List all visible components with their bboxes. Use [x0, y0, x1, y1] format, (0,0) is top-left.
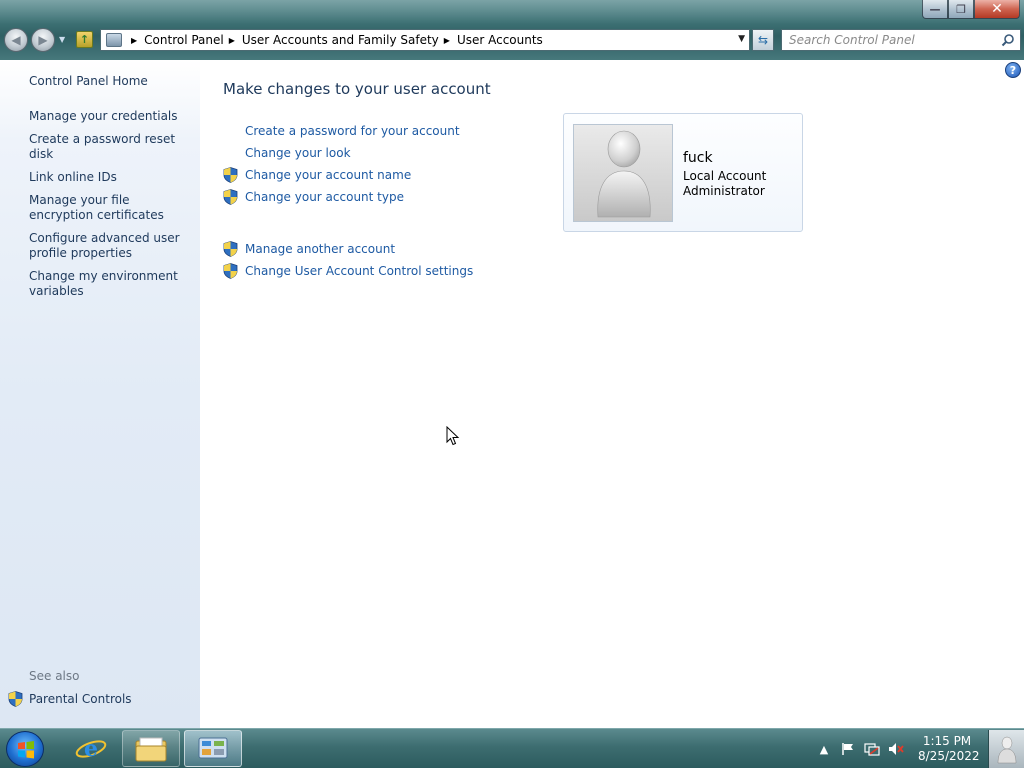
- maximize-button[interactable]: ❐: [948, 0, 974, 19]
- manage-another-account-link[interactable]: Manage another account: [245, 242, 395, 256]
- create-password-link[interactable]: Create a password for your account: [245, 124, 460, 138]
- volume-muted-icon[interactable]: [888, 741, 904, 757]
- recent-pages-dropdown[interactable]: ▼: [59, 35, 65, 44]
- breadcrumb-user-accounts-family-safety[interactable]: User Accounts and Family Safety: [242, 33, 439, 47]
- control-panel-home-link[interactable]: Control Panel Home: [29, 74, 148, 89]
- parental-controls-link[interactable]: Parental Controls: [29, 692, 132, 707]
- mouse-cursor-icon: [446, 426, 460, 446]
- uac-shield-icon: [223, 263, 238, 279]
- address-bar[interactable]: ▶ Control Panel ▶ User Accounts and Fami…: [100, 29, 750, 51]
- network-icon[interactable]: [864, 741, 880, 757]
- search-icon[interactable]: [1001, 33, 1015, 47]
- uac-settings-link[interactable]: Change User Account Control settings: [245, 264, 473, 278]
- refresh-icon: ⇆: [757, 33, 769, 47]
- clock-time: 1:15 PM: [922, 734, 972, 748]
- internet-explorer-icon: e: [75, 736, 107, 762]
- start-button[interactable]: [6, 731, 44, 767]
- avatar[interactable]: [573, 124, 673, 222]
- task-change-account-name[interactable]: Change your account name: [223, 164, 473, 186]
- change-account-type-link[interactable]: Change your account type: [245, 190, 404, 204]
- account-card: fuck Local Account Administrator: [563, 113, 803, 232]
- control-panel-icon: [198, 737, 228, 758]
- svg-text:e: e: [84, 736, 98, 762]
- sidebar-task-list: Manage your credentials Create a passwor…: [29, 109, 194, 307]
- back-arrow-icon: ◀: [11, 33, 21, 47]
- account-type: Local Account: [683, 169, 767, 183]
- task-change-look[interactable]: Change your look: [223, 142, 473, 164]
- breadcrumb-control-panel[interactable]: Control Panel: [144, 33, 224, 47]
- sidebar-item-parental-controls[interactable]: Parental Controls: [8, 691, 132, 707]
- windows-logo-icon: [18, 741, 34, 759]
- taskbar-clock[interactable]: 1:15 PM 8/25/2022: [918, 734, 980, 764]
- change-look-link[interactable]: Change your look: [245, 146, 351, 160]
- navigation-pane: Control Panel Home Manage your credentia…: [0, 60, 200, 728]
- caption-buttons: — ❐ ✕: [922, 0, 1020, 20]
- minimize-button[interactable]: —: [922, 0, 948, 19]
- notification-area: ▲ 1:15 PM 8/25/2022: [812, 729, 1024, 768]
- up-folder-icon[interactable]: ↑: [76, 31, 93, 48]
- uac-shield-icon: [223, 241, 238, 257]
- taskbar: e ▲ 1:15 PM 8/25/2022: [0, 728, 1024, 768]
- address-history-dropdown-icon[interactable]: ▼: [738, 34, 745, 44]
- sidebar-item-link-online-ids[interactable]: Link online IDs: [29, 170, 194, 185]
- sidebar-item-file-encryption-certificates[interactable]: Manage your file encryption certificates: [29, 193, 194, 223]
- breadcrumb-separator-icon[interactable]: ▶: [444, 36, 450, 45]
- task-change-account-type[interactable]: Change your account type: [223, 186, 473, 208]
- sidebar-item-manage-credentials[interactable]: Manage your credentials: [29, 109, 194, 124]
- breadcrumb-separator-icon[interactable]: ▶: [229, 36, 235, 45]
- folder-icon: [135, 737, 167, 761]
- task-uac-settings[interactable]: Change User Account Control settings: [223, 260, 473, 282]
- user-silhouette-icon: [597, 130, 651, 218]
- see-also-heading: See also: [29, 669, 80, 683]
- uac-shield-icon: [8, 691, 23, 707]
- sidebar-item-password-reset-disk[interactable]: Create a password reset disk: [29, 132, 194, 162]
- show-desktop-button[interactable]: [988, 730, 1024, 768]
- task-create-password[interactable]: Create a password for your account: [223, 120, 473, 142]
- action-center-flag-icon[interactable]: [840, 741, 856, 757]
- refresh-button[interactable]: ⇆: [752, 29, 774, 51]
- uac-shield-icon: [223, 189, 238, 205]
- control-panel-icon: [106, 33, 122, 47]
- show-hidden-icons-icon[interactable]: ▲: [816, 741, 832, 757]
- close-button[interactable]: ✕: [974, 0, 1020, 19]
- taskbar-internet-explorer[interactable]: e: [62, 730, 120, 767]
- taskbar-control-panel[interactable]: [184, 730, 242, 767]
- taskbar-windows-explorer[interactable]: [122, 730, 180, 767]
- breadcrumb-user-accounts[interactable]: User Accounts: [457, 33, 543, 47]
- help-icon[interactable]: ?: [1005, 62, 1021, 78]
- uac-shield-icon: [223, 167, 238, 183]
- user-avatar-icon: [997, 736, 1016, 764]
- main-content: ? Make changes to your user account Crea…: [200, 60, 1024, 728]
- page-title: Make changes to your user account: [223, 80, 491, 98]
- back-button[interactable]: ◀: [4, 28, 28, 52]
- sidebar-item-environment-variables[interactable]: Change my environment variables: [29, 269, 194, 299]
- forward-button[interactable]: ▶: [31, 28, 55, 52]
- task-manage-another-account[interactable]: Manage another account: [223, 238, 473, 260]
- window-titlebar: — ❐ ✕ ◀ ▶ ▼ ↑ ▶ Control Panel ▶ User Acc…: [0, 0, 1024, 60]
- change-account-name-link[interactable]: Change your account name: [245, 168, 411, 182]
- search-input[interactable]: [789, 33, 989, 47]
- search-box[interactable]: [781, 29, 1021, 51]
- forward-arrow-icon: ▶: [38, 33, 48, 47]
- account-name: fuck: [683, 150, 713, 166]
- account-task-list: Create a password for your account Chang…: [223, 120, 473, 282]
- sidebar-item-advanced-profile-properties[interactable]: Configure advanced user profile properti…: [29, 231, 194, 261]
- account-role: Administrator: [683, 184, 765, 198]
- clock-date: 8/25/2022: [918, 749, 980, 763]
- breadcrumb-separator-icon[interactable]: ▶: [131, 36, 137, 45]
